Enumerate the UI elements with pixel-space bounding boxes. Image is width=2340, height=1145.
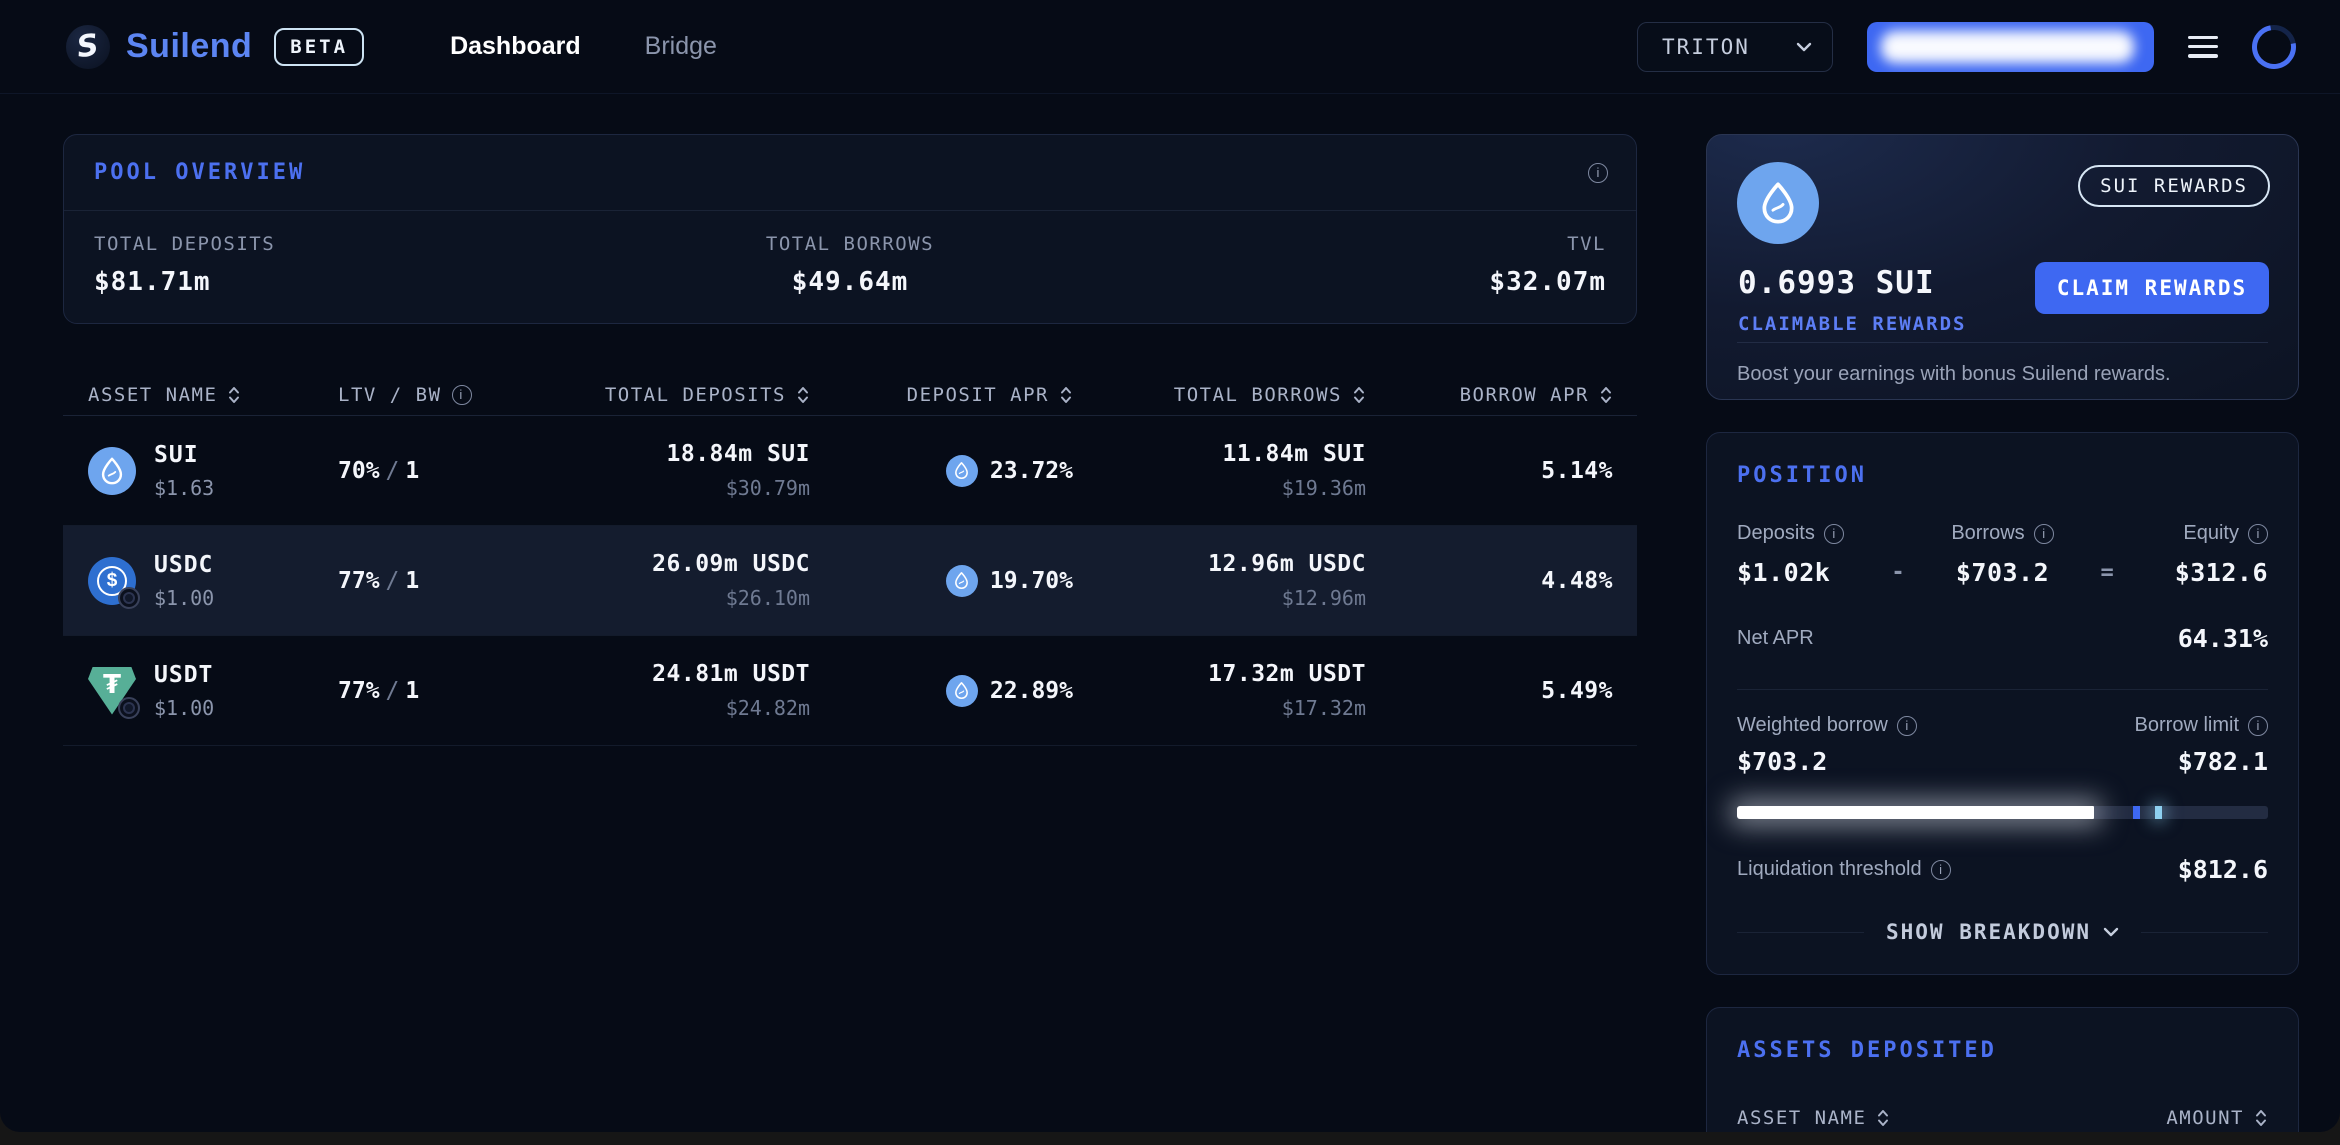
window-bottom-strip [0,1132,2340,1145]
nav-dashboard[interactable]: Dashboard [450,32,581,61]
borrow-utilization-bar [1737,806,2268,819]
assets-deposited-title: ASSETS DEPOSITED [1737,1038,2268,1063]
position-borrows: Borrowsi $703.2 [1918,522,2087,587]
borrow-limit-info-icon[interactable]: i [2248,716,2268,736]
borrows-info-icon[interactable]: i [2034,524,2054,544]
col-header-total-borrows[interactable]: TOTAL BORROWS [1073,384,1366,406]
pool-overview-card: POOL OVERVIEW i TOTAL DEPOSITS $81.71m T… [63,134,1637,324]
header-actions: TRITON [1637,22,2296,72]
net-apr-row: Net APR 64.31% [1737,624,2268,653]
liquidation-info-icon[interactable]: i [1931,860,1951,880]
app-surface: S Suilend BETA Dashboard Bridge TRITON P [0,0,2340,1132]
beta-badge: BETA [274,28,364,66]
col-header-borrow-apr[interactable]: BORROW APR [1366,384,1613,406]
divider [1737,342,2268,343]
equals-operator: = [2087,522,2127,587]
liquidation-row: Liquidation thresholdi $812.6 [1737,855,2268,884]
borrow-limit-label: Borrow limiti [2135,714,2268,737]
sort-icon [1599,385,1613,405]
equity-info-icon[interactable]: i [2248,524,2268,544]
bar-fill [1737,806,2094,819]
col-header-ltv-bw[interactable]: LTV / BW i [338,384,518,406]
assets-deposited-card: ASSETS DEPOSITED ASSET NAME AMOUNT [1706,1007,2299,1132]
suilend-logo-icon: S [66,25,110,69]
sort-icon [1059,385,1073,405]
sui-reward-icon [946,565,978,597]
sui-coin-icon [88,447,136,495]
claim-rewards-button[interactable]: CLAIM REWARDS [2035,262,2269,314]
top-nav: S Suilend BETA Dashboard Bridge TRITON [0,0,2340,94]
menu-icon[interactable] [2188,36,2218,58]
market-table: ASSET NAME LTV / BW i TOTAL DEPOSITS DEP… [63,374,1637,746]
deposits-info-icon[interactable]: i [1824,524,1844,544]
wallet-address-redacted [1881,31,2134,63]
sui-coin-icon [1737,162,1819,244]
sort-icon [2254,1108,2268,1128]
bar-marker-liquidation [2155,806,2162,819]
weighted-borrow-value: $703.2 [1737,747,1827,776]
nav-bridge[interactable]: Bridge [645,32,717,61]
claimable-amount: 0.6993 SUI [1738,265,1966,301]
stat-total-borrows: TOTAL BORROWS $49.64m [598,233,1102,297]
wallet-address-button[interactable] [1867,22,2154,72]
bar-marker-borrow-limit [2133,806,2140,819]
position-title: POSITION [1737,463,2268,488]
chevron-down-icon [1796,40,1812,54]
table-row-usdc[interactable]: $ USDC $1.00 77%/1 26.09m USDC $26.10m [63,526,1637,636]
claimable-label: CLAIMABLE REWARDS [1738,313,1966,335]
col-header-assets-asset-name[interactable]: ASSET NAME [1737,1107,1890,1129]
sort-icon [227,385,241,405]
col-header-assets-amount[interactable]: AMOUNT [2166,1107,2268,1129]
minus-operator: - [1878,522,1918,587]
wrapped-coin-badge-icon [118,587,140,609]
brand-name: Suilend [126,27,252,66]
weighted-borrow-info-icon[interactable]: i [1897,716,1917,736]
chevron-down-icon [2103,925,2119,939]
position-card: POSITION Depositsi $1.02k - Borrowsi $70… [1706,432,2299,975]
sui-rewards-badge: SUI REWARDS [2078,165,2270,207]
position-equity: Equityi $312.6 [2127,522,2268,587]
sort-icon [796,385,810,405]
borrow-limit-value: $782.1 [2178,747,2268,776]
stat-tvl: TVL $32.07m [1102,233,1606,297]
sort-icon [1352,385,1366,405]
pool-info-icon[interactable]: i [1588,163,1608,183]
show-breakdown-toggle[interactable]: SHOW BREAKDOWN [1737,920,2268,944]
pool-overview-title: POOL OVERVIEW [94,160,305,185]
weighted-borrow-label: Weighted borrowi [1737,714,1917,737]
col-header-deposit-apr[interactable]: DEPOSIT APR [810,384,1073,406]
stat-total-deposits: TOTAL DEPOSITS $81.71m [94,233,598,297]
sui-reward-icon [946,455,978,487]
divider [1737,689,2268,690]
table-row-usdt[interactable]: ₮ USDT $1.00 77%/1 24.81m USDT $24.82m [63,636,1637,746]
pool-select-value: TRITON [1662,35,1750,59]
position-deposits: Depositsi $1.02k [1737,522,1878,587]
pool-select[interactable]: TRITON [1637,22,1833,72]
sui-reward-icon [946,675,978,707]
sui-rewards-card: SUI REWARDS 0.6993 SUI CLAIMABLE REWARDS… [1706,134,2299,400]
rewards-description: Boost your earnings with bonus Suilend r… [1737,363,2171,386]
table-row-sui[interactable]: SUI $1.63 70%/1 18.84m SUI $30.79m 23.72… [63,416,1637,526]
col-header-asset-name[interactable]: ASSET NAME [88,384,338,406]
loading-spinner-icon [2243,16,2304,77]
col-header-total-deposits[interactable]: TOTAL DEPOSITS [518,384,810,406]
main-nav: Dashboard Bridge [450,32,717,61]
sort-icon [1876,1108,1890,1128]
wrapped-coin-badge-icon [118,697,140,719]
brand-block[interactable]: S Suilend BETA [66,25,364,69]
ltv-info-icon: i [452,385,472,405]
